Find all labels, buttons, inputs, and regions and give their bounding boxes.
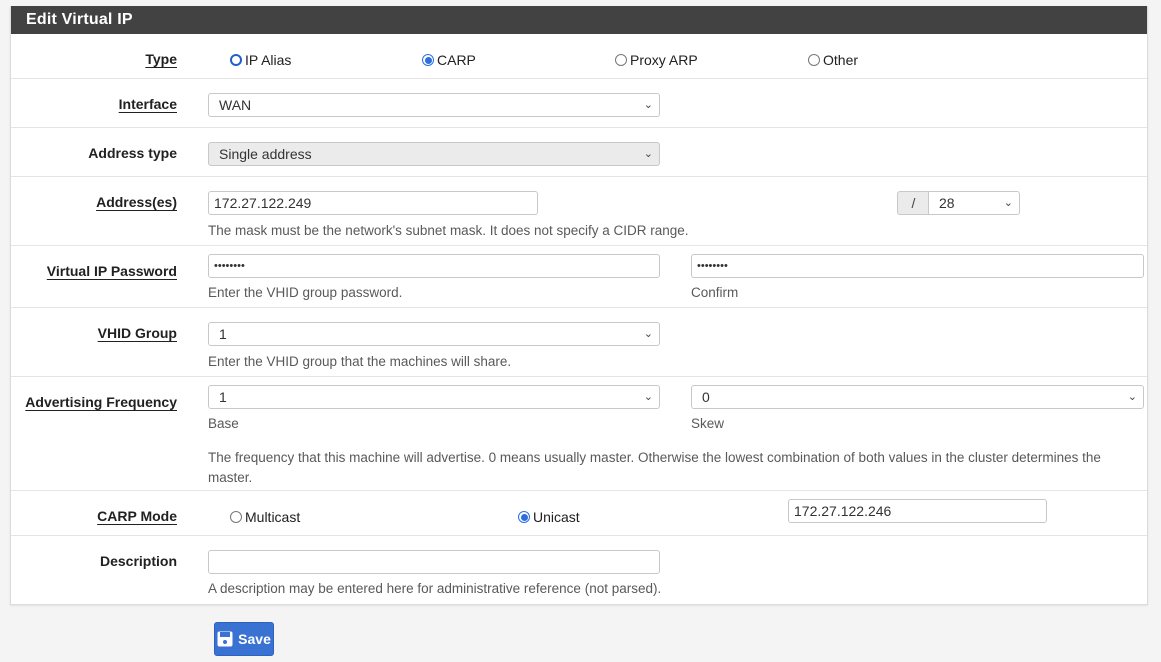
chevron-down-icon: ⌄ <box>1003 197 1013 209</box>
type-radio-proxy-arp[interactable]: Proxy ARP <box>615 52 698 68</box>
password-value: •••••••• <box>214 260 245 272</box>
description-row: Description A description may be entered… <box>11 536 1147 604</box>
mask-select[interactable]: 28 ⌄ <box>928 191 1020 215</box>
mask-addon: / <box>897 191 929 215</box>
type-radio-carp[interactable]: CARP <box>422 52 476 68</box>
radio-label: Unicast <box>533 509 580 525</box>
radio-label: CARP <box>437 52 476 68</box>
chevron-down-icon: ⌄ <box>1127 391 1137 403</box>
type-radio-other[interactable]: Other <box>808 52 858 68</box>
interface-value: WAN <box>219 97 252 113</box>
description-help: A description may be entered here for ad… <box>208 581 662 596</box>
addresses-row: Address(es) 172.27.122.249 The mask must… <box>11 177 1147 246</box>
vhid-group-help: Enter the VHID group that the machines w… <box>208 354 512 369</box>
chevron-down-icon: ⌄ <box>643 99 653 111</box>
carp-mode-radio-multicast[interactable]: Multicast <box>230 509 300 525</box>
vhid-group-value: 1 <box>219 326 227 342</box>
unicast-peer-input[interactable]: 172.27.122.246 <box>788 499 1047 523</box>
password-confirm-help: Confirm <box>691 285 739 300</box>
advertising-skew-value: 0 <box>702 389 710 405</box>
chevron-down-icon: ⌄ <box>643 391 653 403</box>
save-icon <box>217 631 233 647</box>
radio-icon[interactable] <box>422 54 434 66</box>
password-confirm-value: •••••••• <box>697 260 728 272</box>
radio-icon[interactable] <box>230 511 242 523</box>
interface-row: Interface WAN ⌄ <box>11 79 1147 128</box>
radio-label: Other <box>823 52 859 68</box>
interface-label: Interface <box>118 96 177 112</box>
advertising-base-value: 1 <box>219 389 227 405</box>
vhid-group-select[interactable]: 1 ⌄ <box>208 322 660 346</box>
description-label: Description <box>99 553 177 569</box>
radio-label: Multicast <box>245 509 301 525</box>
carp-mode-row: CARP Mode Multicast Unicast 172.27.122.2… <box>11 491 1147 536</box>
address-type-row: Address type Single address ⌄ <box>11 128 1147 177</box>
advertising-frequency-row: Advertising Frequency 1 ⌄ Base 0 ⌄ Skew … <box>11 377 1147 491</box>
description-input[interactable] <box>208 550 660 574</box>
type-row: Type IP Alias CARP Proxy ARP Other <box>11 34 1147 79</box>
address-type-label: Address type <box>88 145 177 161</box>
advertising-base-help: Base <box>208 416 239 431</box>
advertising-skew-select[interactable]: 0 ⌄ <box>691 385 1144 409</box>
interface-select[interactable]: WAN ⌄ <box>208 93 660 117</box>
address-value: 172.27.122.249 <box>214 195 312 211</box>
radio-icon[interactable] <box>518 511 530 523</box>
radio-label: Proxy ARP <box>630 52 698 68</box>
edit-virtual-ip-panel: Edit Virtual IP Type IP Alias CARP Proxy… <box>10 6 1148 605</box>
radio-icon[interactable] <box>808 54 820 66</box>
vhid-group-row: VHID Group 1 ⌄ Enter the VHID group that… <box>11 308 1147 377</box>
vhid-group-label: VHID Group <box>97 325 177 341</box>
save-label: Save <box>238 631 271 647</box>
save-button[interactable]: Save <box>214 622 274 656</box>
password-confirm-input[interactable]: •••••••• <box>691 254 1144 278</box>
carp-mode-radio-unicast[interactable]: Unicast <box>518 509 580 525</box>
chevron-down-icon: ⌄ <box>643 148 653 160</box>
unicast-peer-value: 172.27.122.246 <box>794 503 892 519</box>
type-label: Type <box>145 51 177 67</box>
vip-password-row: Virtual IP Password •••••••• Enter the V… <box>11 246 1147 308</box>
addresses-help: The mask must be the network's subnet ma… <box>208 223 689 238</box>
advertising-frequency-label: Advertising Frequency <box>25 394 177 410</box>
advertising-skew-help: Skew <box>691 416 725 431</box>
panel-title: Edit Virtual IP <box>11 6 1147 34</box>
advertising-frequency-help: The frequency that this machine will adv… <box>208 450 1101 485</box>
radio-label: IP Alias <box>245 52 292 68</box>
address-type-value: Single address <box>219 146 312 162</box>
password-input[interactable]: •••••••• <box>208 254 660 278</box>
chevron-down-icon: ⌄ <box>643 328 653 340</box>
addresses-label: Address(es) <box>96 194 177 210</box>
type-radio-ip-alias[interactable]: IP Alias <box>230 52 291 68</box>
advertising-base-select[interactable]: 1 ⌄ <box>208 385 660 409</box>
vip-password-label: Virtual IP Password <box>46 263 177 279</box>
radio-icon[interactable] <box>230 54 242 66</box>
address-type-select[interactable]: Single address ⌄ <box>208 142 660 166</box>
mask-value: 28 <box>939 195 955 211</box>
radio-icon[interactable] <box>615 54 627 66</box>
password-help: Enter the VHID group password. <box>208 285 403 300</box>
address-input[interactable]: 172.27.122.249 <box>208 191 538 215</box>
carp-mode-label: CARP Mode <box>97 508 177 524</box>
